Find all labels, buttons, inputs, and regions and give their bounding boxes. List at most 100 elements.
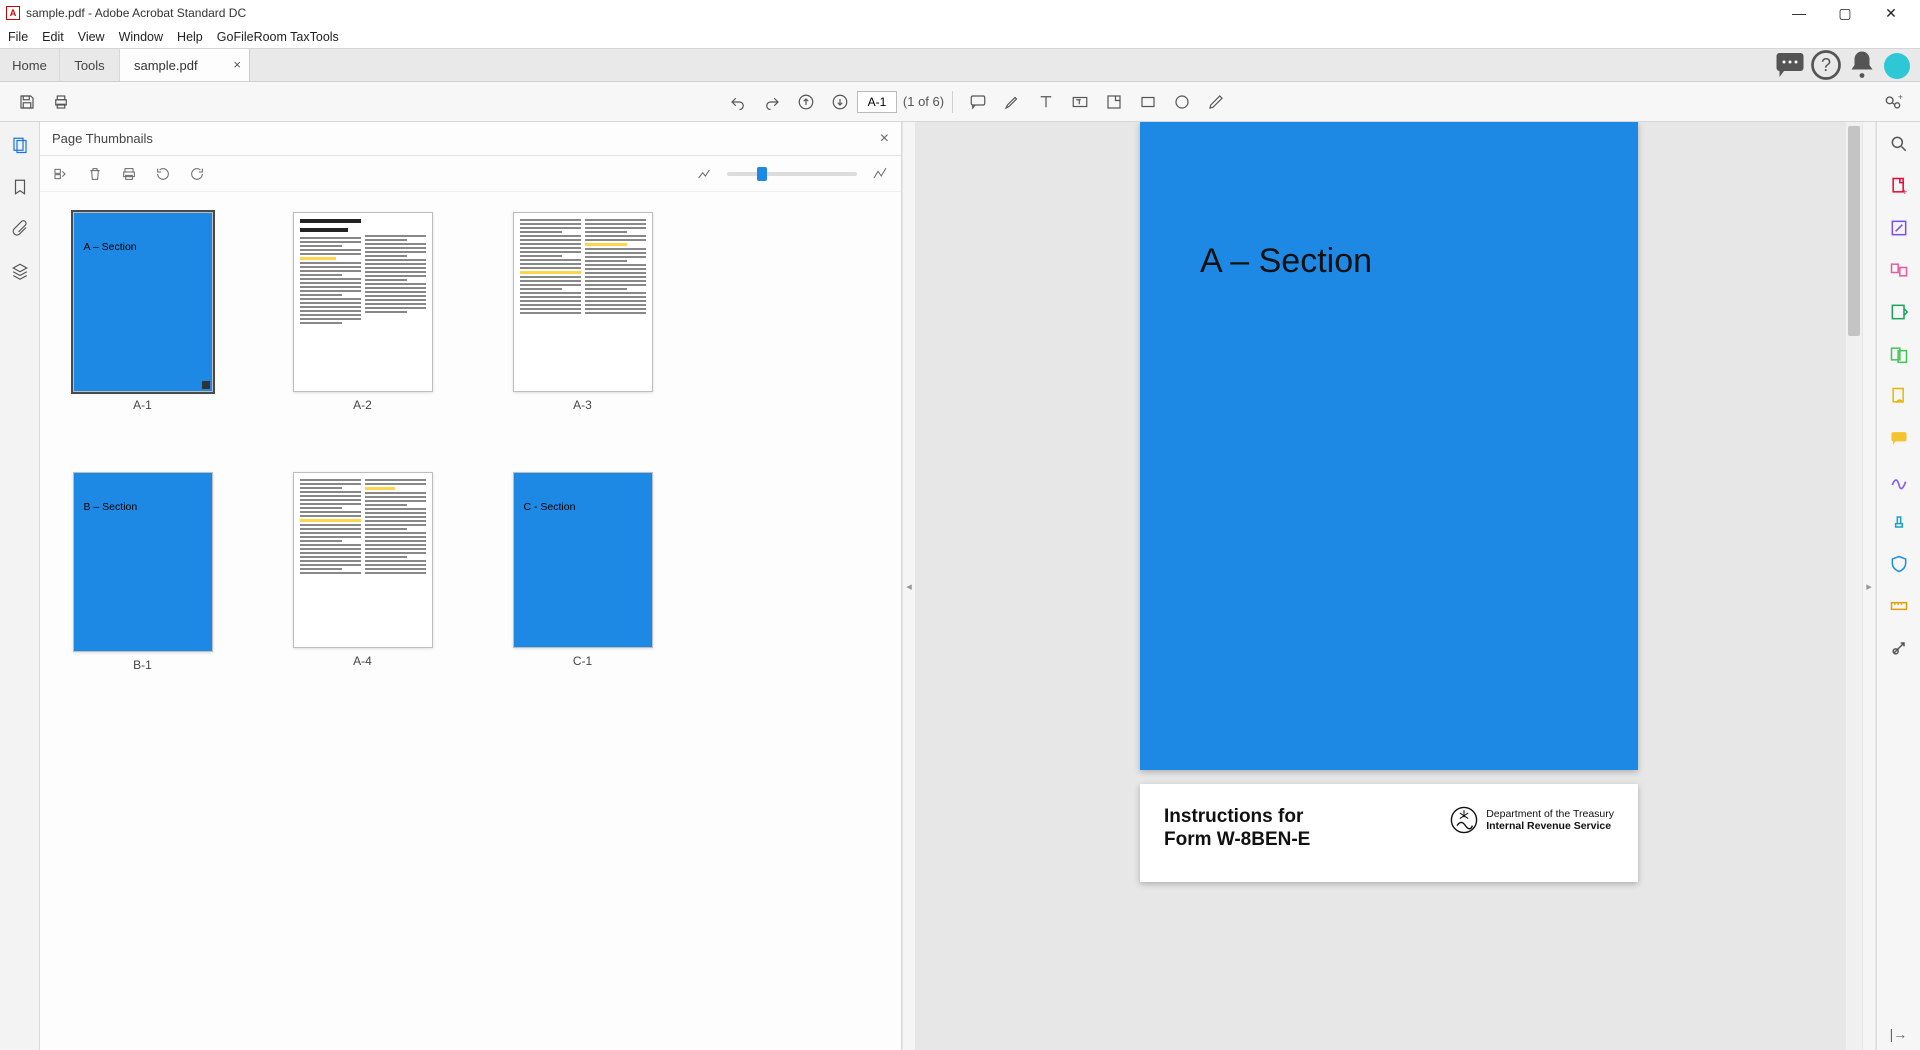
tabstrip: Home Tools sample.pdf × ?: [0, 48, 1920, 82]
page-count-label: (1 of 6): [903, 94, 944, 109]
search-tool-icon[interactable]: [1887, 132, 1911, 156]
redo-button[interactable]: [755, 85, 789, 119]
share-button[interactable]: +: [1876, 85, 1910, 119]
note-icon[interactable]: [1097, 85, 1131, 119]
thumbnail-page[interactable]: C - Section: [513, 472, 653, 648]
right-rail: + |→: [1876, 122, 1920, 1050]
page-navigator: (1 of 6): [857, 91, 944, 113]
account-avatar[interactable]: [1884, 53, 1910, 79]
thumbnail-page[interactable]: [513, 212, 653, 392]
circle-icon[interactable]: [1165, 85, 1199, 119]
download-button[interactable]: [823, 85, 857, 119]
thumbnails-panel-close[interactable]: ×: [880, 130, 889, 148]
thumbnails-rail-icon[interactable]: [9, 134, 31, 156]
draw-icon[interactable]: [1199, 85, 1233, 119]
undo-button[interactable]: [721, 85, 755, 119]
window-close-button[interactable]: ✕: [1868, 0, 1914, 26]
dept-line1: Department of the Treasury: [1486, 808, 1614, 820]
export-pdf-tool-icon[interactable]: [1887, 258, 1911, 282]
menu-edit[interactable]: Edit: [40, 28, 74, 46]
menu-gofileroom[interactable]: GoFileRoom TaxTools: [215, 28, 349, 46]
chat-icon[interactable]: [1772, 49, 1808, 81]
measure-tool-icon[interactable]: [1887, 594, 1911, 618]
thumb-rotate-ccw-icon[interactable]: [152, 163, 174, 185]
comment-tool-icon[interactable]: [1887, 426, 1911, 450]
tab-tools[interactable]: Tools: [60, 49, 120, 81]
page-a1: A – Section: [1140, 122, 1638, 770]
window-minimize-button[interactable]: —: [1776, 0, 1822, 26]
menu-file[interactable]: File: [6, 28, 38, 46]
tab-document-close[interactable]: ×: [233, 57, 241, 72]
thumbnail-label: B-1: [133, 658, 152, 672]
thumb-zoom-in-icon[interactable]: [869, 163, 891, 185]
create-pdf-tool-icon[interactable]: +: [1887, 174, 1911, 198]
tab-document[interactable]: sample.pdf ×: [120, 49, 250, 81]
protect-tool-icon[interactable]: [1887, 552, 1911, 576]
attachments-rail-icon[interactable]: [9, 218, 31, 240]
window-maximize-button[interactable]: ▢: [1822, 0, 1868, 26]
print-button[interactable]: [44, 85, 78, 119]
text-icon[interactable]: [1029, 85, 1063, 119]
menu-window[interactable]: Window: [117, 28, 173, 46]
edit-pdf-tool-icon[interactable]: [1887, 216, 1911, 240]
thumbnail-item[interactable]: C - Section C-1: [510, 472, 655, 672]
menu-view[interactable]: View: [76, 28, 115, 46]
menu-help[interactable]: Help: [175, 28, 213, 46]
help-icon[interactable]: ?: [1808, 49, 1844, 81]
textbox-icon[interactable]: [1063, 85, 1097, 119]
menubar: File Edit View Window Help GoFileRoom Ta…: [0, 26, 1920, 48]
notifications-icon[interactable]: [1844, 49, 1880, 81]
thumb-zoom-out-icon[interactable]: [693, 163, 715, 185]
thumbnails-panel-header: Page Thumbnails ×: [40, 122, 901, 156]
thumbnail-section-text: B – Section: [74, 473, 138, 513]
thumb-delete-icon[interactable]: [84, 163, 106, 185]
page-section-title: A – Section: [1140, 122, 1372, 770]
save-button[interactable]: [10, 85, 44, 119]
vertical-scrollbar[interactable]: [1846, 122, 1862, 1050]
thumbnail-label: A-1: [133, 398, 152, 412]
thumb-options-icon[interactable]: [50, 163, 72, 185]
thumbnail-page[interactable]: A – Section: [73, 212, 213, 392]
thumbnail-item[interactable]: A-2: [290, 212, 435, 412]
thumbnail-page[interactable]: [293, 472, 433, 648]
thumbnail-item[interactable]: A-3: [510, 212, 655, 412]
thumbnail-label: A-2: [353, 398, 372, 412]
sign-tool-icon[interactable]: [1887, 468, 1911, 492]
tab-home[interactable]: Home: [0, 49, 60, 81]
thumbnail-item[interactable]: A – Section A-1: [70, 212, 215, 412]
thumbnails-panel-title: Page Thumbnails: [52, 131, 153, 146]
left-rail: [0, 122, 40, 1050]
main-toolbar: (1 of 6) +: [0, 82, 1920, 122]
upload-button[interactable]: [789, 85, 823, 119]
right-splitter[interactable]: ▸: [1862, 122, 1876, 1050]
rectangle-icon[interactable]: [1131, 85, 1165, 119]
stamp-tool-icon[interactable]: [1887, 510, 1911, 534]
thumb-size-slider[interactable]: [727, 172, 857, 176]
thumb-rotate-cw-icon[interactable]: [186, 163, 208, 185]
thumbnails-toolbar: [40, 156, 901, 192]
thumbnail-page[interactable]: B – Section: [73, 472, 213, 652]
more-tools-icon[interactable]: [1887, 636, 1911, 660]
svg-text:?: ?: [1821, 55, 1831, 75]
thumbnail-label: A-3: [573, 398, 592, 412]
comment-icon[interactable]: [961, 85, 995, 119]
thumb-print-icon[interactable]: [118, 163, 140, 185]
document-view[interactable]: A – Section Instructions for Form W-8BEN…: [916, 122, 1862, 1050]
highlight-icon[interactable]: [995, 85, 1029, 119]
page-a2: Instructions for Form W-8BEN-E Departmen…: [1140, 784, 1638, 882]
thumbnail-page[interactable]: [293, 212, 433, 392]
layers-rail-icon[interactable]: [9, 260, 31, 282]
thumbnails-panel: Page Thumbnails ×: [40, 122, 902, 1050]
titlebar: A sample.pdf - Adobe Acrobat Standard DC…: [0, 0, 1920, 26]
thumbnail-section-text: A – Section: [74, 213, 137, 253]
thumbnail-item[interactable]: B – Section B-1: [70, 472, 215, 672]
thumbnail-item[interactable]: A-4: [290, 472, 435, 672]
left-splitter[interactable]: ◂: [902, 122, 916, 1050]
app-icon: A: [6, 6, 20, 20]
bookmarks-rail-icon[interactable]: [9, 176, 31, 198]
rail-collapse-icon[interactable]: |→: [1890, 1026, 1908, 1042]
combine-tool-icon[interactable]: [1887, 342, 1911, 366]
page-input[interactable]: [857, 91, 897, 113]
organize-tool-icon[interactable]: [1887, 300, 1911, 324]
fill-sign-tool-icon[interactable]: [1887, 384, 1911, 408]
